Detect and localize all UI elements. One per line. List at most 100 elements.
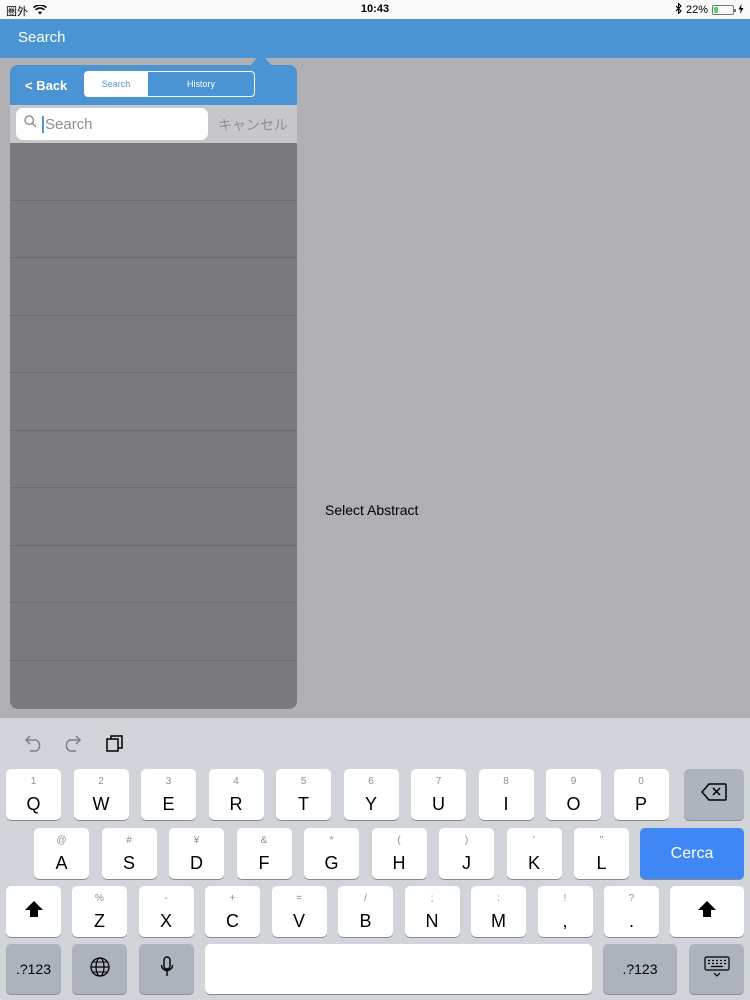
key-u[interactable]: 7U	[411, 769, 466, 820]
key-secondary-label: +	[229, 893, 236, 904]
key-secondary-label: 9	[570, 776, 577, 787]
key-i[interactable]: 8I	[478, 769, 534, 820]
key-primary-label: Y	[364, 794, 377, 814]
key-secondary-label: ¥	[193, 835, 200, 846]
key-primary-label: S	[122, 853, 135, 873]
row-divider	[10, 315, 297, 316]
paste-icon[interactable]	[104, 734, 124, 757]
key-primary-label: K	[527, 853, 540, 873]
key-z[interactable]: % Z	[72, 886, 127, 937]
key-g[interactable]: * G	[304, 828, 359, 879]
status-time: 10:43	[360, 3, 390, 15]
key-primary-label: X	[159, 911, 172, 931]
dictation-key[interactable]	[139, 944, 194, 994]
key-a[interactable]: @ A	[34, 828, 89, 879]
key-e[interactable]: 3E	[141, 769, 196, 820]
segment-search[interactable]: Search	[85, 72, 147, 96]
key-secondary-label: 7	[435, 776, 442, 787]
globe-icon	[89, 956, 111, 983]
key-secondary-label: 1	[30, 776, 37, 787]
key-secondary-label: "	[599, 835, 604, 846]
key-b[interactable]: / B	[338, 886, 393, 937]
cancel-button[interactable]: キャンセル	[218, 115, 288, 135]
key-primary-label: H	[392, 853, 406, 873]
popover-arrow	[251, 53, 271, 65]
search-popover: < Back Search History Search キャンセル	[10, 65, 297, 709]
key-period[interactable]: ?.	[604, 886, 659, 937]
key-secondary-label: 3	[165, 776, 172, 787]
row-divider	[10, 660, 297, 661]
key-w[interactable]: 2W	[73, 769, 129, 820]
key-l[interactable]: " L	[574, 828, 629, 879]
key-secondary-label: /	[364, 893, 367, 904]
key-primary-label: .	[628, 911, 634, 931]
dismiss-keyboard-key[interactable]	[689, 944, 744, 994]
search-placeholder: Search	[45, 115, 93, 133]
key-secondary-label: :	[497, 893, 500, 904]
search-input[interactable]: Search	[16, 108, 208, 140]
key-comma[interactable]: !,	[537, 886, 593, 937]
shift-key-left[interactable]	[6, 886, 61, 937]
battery-percent: 22%	[685, 4, 708, 16]
key-primary-label: J	[462, 853, 471, 873]
shift-key-right[interactable]	[670, 886, 744, 937]
key-secondary-label: 6	[368, 776, 374, 787]
shift-icon	[697, 900, 717, 923]
key-m[interactable]: :M	[471, 886, 526, 937]
key-secondary-label: 4	[233, 776, 239, 787]
backspace-key[interactable]	[684, 769, 744, 820]
numbers-key-left[interactable]: .?123	[6, 944, 61, 994]
redo-icon[interactable]	[62, 734, 84, 757]
key-primary-label: F	[258, 853, 270, 873]
key-secondary-label: (	[397, 835, 401, 846]
key-j[interactable]: ) J	[439, 828, 494, 879]
key-primary-label: ,	[562, 911, 568, 931]
charging-icon	[738, 3, 744, 17]
row-divider	[10, 545, 297, 546]
key-primary-label: Q	[26, 794, 41, 814]
numbers-key-right[interactable]: .?123	[603, 944, 677, 994]
back-button[interactable]: < Back	[25, 78, 67, 93]
key-h[interactable]: (H	[371, 828, 427, 879]
key-v[interactable]: = V	[271, 886, 327, 937]
key-s[interactable]: # S	[101, 828, 157, 879]
key-primary-label: B	[359, 911, 372, 931]
key-t[interactable]: 5T	[276, 769, 331, 820]
key-primary-label: Z	[94, 911, 105, 931]
key-primary-label: M	[491, 911, 506, 931]
search-bar: Search キャンセル	[10, 105, 297, 143]
key-primary-label: E	[162, 794, 175, 814]
key-p[interactable]: 0P	[613, 769, 669, 820]
key-f[interactable]: & F	[236, 828, 292, 879]
results-list	[10, 143, 297, 709]
key-n[interactable]: ; N	[404, 886, 460, 937]
key-secondary-label: 0	[638, 776, 644, 787]
key-primary-label: N	[425, 911, 439, 931]
globe-key[interactable]	[72, 944, 127, 994]
key-secondary-label: ?	[628, 893, 635, 904]
key-o[interactable]: 9O	[546, 769, 601, 820]
key-k[interactable]: ' K	[506, 828, 562, 879]
key-primary-label: R	[229, 794, 243, 814]
status-bar: 圏外 10:43 22%	[0, 0, 750, 19]
row-divider	[10, 200, 297, 201]
key-secondary-label: =	[296, 893, 302, 904]
detail-placeholder: Select Abstract	[325, 502, 419, 518]
key-d[interactable]: ¥ D	[169, 828, 224, 879]
key-primary-label: G	[324, 853, 339, 873]
undo-icon[interactable]	[22, 734, 44, 757]
text-caret	[42, 115, 44, 133]
key-c[interactable]: + C	[205, 886, 260, 937]
key-secondary-label: &	[260, 835, 268, 846]
return-key[interactable]: Cerca	[640, 828, 744, 879]
key-r[interactable]: 4R	[208, 769, 264, 820]
bluetooth-icon	[675, 2, 682, 17]
key-primary-label: O	[566, 794, 581, 814]
space-key[interactable]	[205, 944, 592, 994]
key-primary-label: D	[190, 853, 203, 873]
key-q[interactable]: 1Q	[6, 769, 61, 820]
segment-history[interactable]: History	[147, 72, 254, 96]
key-y[interactable]: 6Y	[343, 769, 399, 820]
key-x[interactable]: -X	[138, 886, 194, 937]
key-secondary-label: !	[563, 893, 567, 904]
